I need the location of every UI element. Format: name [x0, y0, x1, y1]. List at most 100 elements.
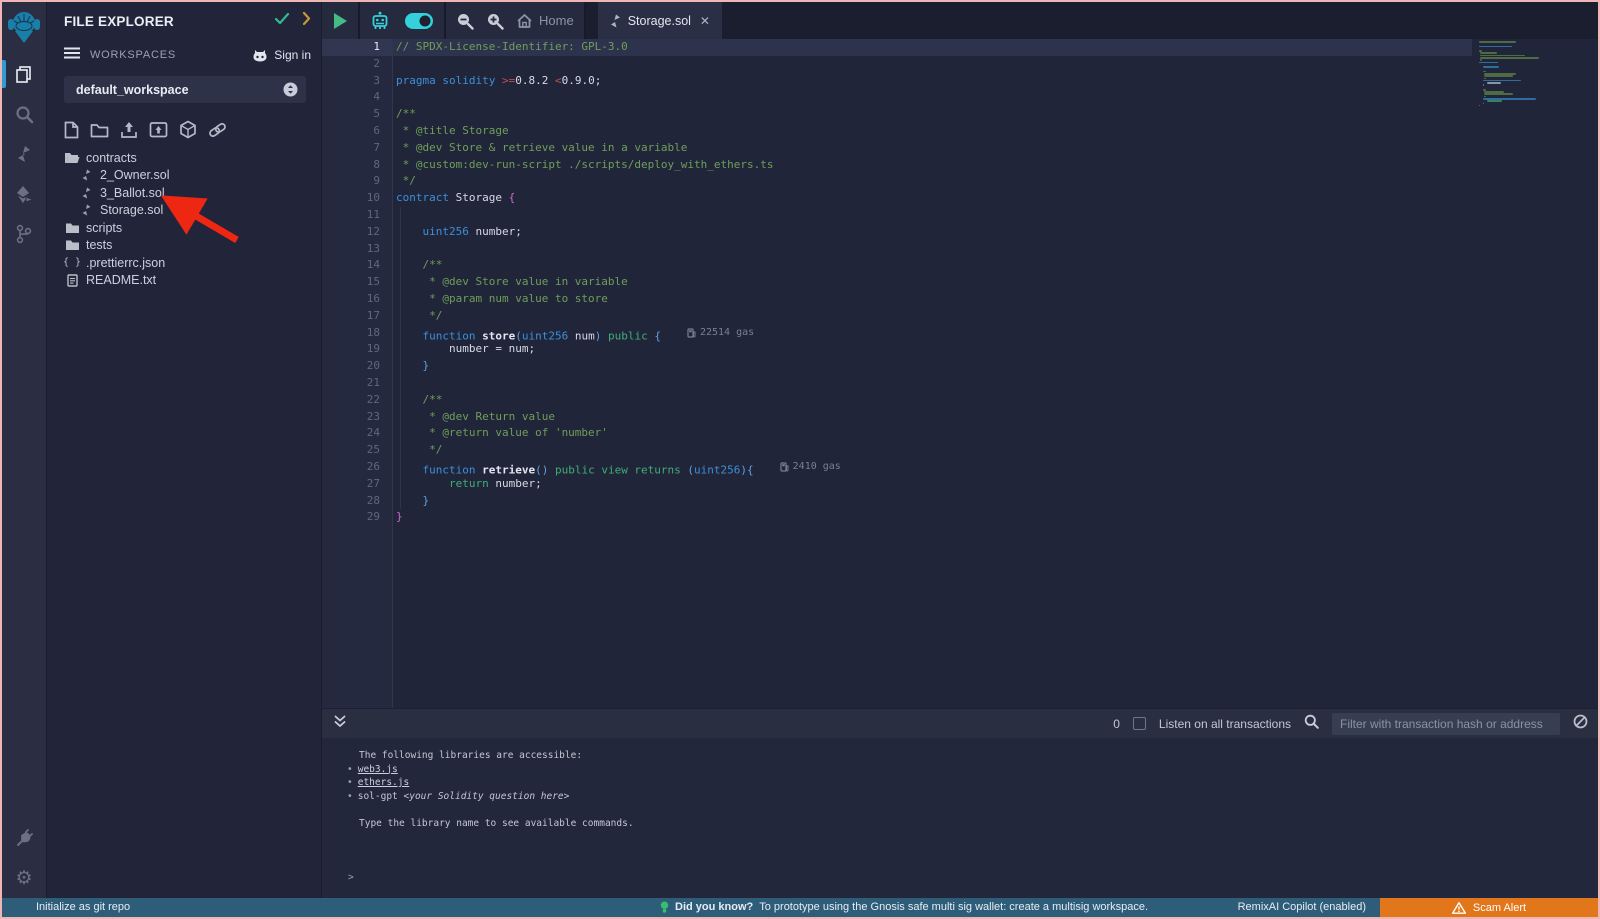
code-line-11	[396, 207, 841, 224]
ipfs-box-icon[interactable]	[179, 120, 197, 139]
copilot-toggle[interactable]	[404, 12, 434, 30]
workspace-select[interactable]: default_workspace	[64, 76, 306, 103]
terminal-prompt[interactable]: >	[348, 871, 354, 885]
icon-panel: ⚙	[2, 2, 47, 898]
code-line-26: function retrieve() public view returns …	[396, 459, 841, 476]
tree-item-2-owner-sol[interactable]: 2_Owner.sol	[47, 167, 321, 185]
folder-icon	[64, 222, 80, 234]
listen-all-checkbox[interactable]	[1133, 717, 1146, 730]
zoom-in-icon[interactable]	[486, 12, 504, 30]
terminal-output[interactable]: > The following libraries are accessible…	[322, 738, 1598, 898]
tree-item-label: tests	[86, 238, 112, 252]
code-line-28: }	[396, 493, 841, 510]
transaction-filter-input[interactable]	[1332, 713, 1560, 735]
minimap-line	[1479, 105, 1480, 107]
tree-item-readme-txt[interactable]: README.txt	[47, 272, 321, 290]
sidebar-item-search[interactable]	[2, 94, 47, 134]
gear-icon: ⚙	[15, 869, 32, 888]
tab-storage-sol[interactable]: Storage.sol ✕	[598, 2, 722, 39]
clear-console-icon[interactable]	[1573, 714, 1588, 734]
panel-chevron-right-icon[interactable]	[302, 12, 311, 30]
code-line-1: // SPDX-License-Identifier: GPL-3.0	[396, 39, 841, 56]
terminal-search-icon[interactable]	[1304, 714, 1319, 734]
home-tab-label[interactable]: Home	[539, 13, 574, 28]
run-script-button[interactable]	[332, 12, 348, 30]
tree-item-label: Storage.sol	[100, 203, 163, 217]
copilot-status[interactable]: RemixAI Copilot (enabled)	[1238, 898, 1366, 917]
line-number: 22	[322, 392, 380, 409]
code-line-29: }	[396, 509, 841, 526]
folder-open-icon	[64, 151, 80, 164]
search-icon	[15, 105, 34, 124]
code-line-24: * @return value of 'number'	[396, 425, 841, 442]
code-line-17: */	[396, 308, 841, 325]
minimap-line	[1487, 100, 1502, 102]
code-line-4	[396, 89, 841, 106]
workspaces-menu-icon[interactable]	[64, 46, 80, 64]
new-file-icon[interactable]	[64, 121, 79, 139]
line-numbers: 1234567891011121314151617181920212223242…	[322, 39, 380, 526]
tree-item-storage-sol[interactable]: Storage.sol	[47, 202, 321, 220]
code-line-16: * @param num value to store	[396, 291, 841, 308]
sidebar-item-deploy-run[interactable]	[2, 174, 47, 214]
git-branch-icon	[15, 224, 33, 244]
line-number: 4	[322, 89, 380, 106]
terminal-header: 0 Listen on all transactions	[322, 708, 1598, 738]
tree-item-3-ballot-sol[interactable]: 3_Ballot.sol	[47, 184, 321, 202]
code-line-10: contract Storage {	[396, 190, 841, 207]
sidebar-item-plugin-manager[interactable]	[2, 818, 47, 858]
tab-close-icon[interactable]: ✕	[698, 12, 712, 30]
terminal-line: •ethers.js	[322, 776, 1598, 790]
terminal-line: •sol-gpt <your Solidity question here>	[322, 790, 1598, 804]
terminal: 0 Listen on all transactions > Th	[322, 708, 1598, 898]
tree-item-scripts[interactable]: scripts	[47, 219, 321, 237]
terminal-collapse-icon[interactable]	[334, 715, 346, 733]
line-number: 20	[322, 358, 380, 375]
workspaces-label: WORKSPACES	[90, 49, 252, 61]
scam-alert-button[interactable]: Scam Alert	[1380, 898, 1598, 917]
tree-item-contracts[interactable]: contracts	[47, 149, 321, 167]
line-number: 21	[322, 375, 380, 392]
sidebar-item-settings[interactable]: ⚙	[2, 858, 47, 898]
code-line-3: pragma solidity >=0.8.2 <0.9.0;	[396, 73, 841, 90]
line-number: 27	[322, 476, 380, 493]
new-folder-icon[interactable]	[90, 122, 109, 138]
sidebar-item-git[interactable]	[2, 214, 47, 254]
link-icon[interactable]	[208, 122, 227, 138]
minimap[interactable]	[1472, 41, 1596, 107]
init-git-repo-button[interactable]: Initialize as git repo	[36, 898, 130, 917]
terminal-link[interactable]: web3.js	[358, 764, 398, 775]
code-editor[interactable]: 1234567891011121314151617181920212223242…	[322, 39, 1598, 708]
remix-logo[interactable]	[2, 2, 47, 54]
file-tree: contracts 2_Owner.sol3_Ballot.solStorage.…	[47, 145, 321, 289]
tree-item-label: README.txt	[86, 273, 156, 287]
status-bar: Initialize as git repo Did you know? To …	[2, 898, 1598, 917]
solidity-icon	[78, 169, 94, 181]
tree-item--prettierrc-json[interactable]: { }.prettierrc.json	[47, 254, 321, 272]
home-icon	[516, 13, 533, 29]
upload-file-icon[interactable]	[120, 121, 138, 139]
sign-in-button[interactable]: Sign in	[252, 48, 311, 62]
main-row: ⚙ FILE EXPLORER WORKSPACES	[2, 2, 1598, 898]
json-icon: { }	[64, 257, 80, 268]
sidebar-item-file-explorer[interactable]	[2, 54, 47, 94]
tree-item-label: contracts	[86, 151, 137, 165]
line-number: 10	[322, 190, 380, 207]
tab-home[interactable]	[516, 13, 533, 29]
compile-check-icon[interactable]	[275, 12, 290, 30]
code-line-7: * @dev Store & retrieve value in a varia…	[396, 140, 841, 157]
line-number: 13	[322, 241, 380, 258]
terminal-line	[322, 803, 1598, 817]
sidebar-item-solidity-compiler[interactable]	[2, 134, 47, 174]
tree-item-tests[interactable]: tests	[47, 237, 321, 255]
code-line-19: number = num;	[396, 341, 841, 358]
solidity-file-icon	[610, 14, 621, 28]
listen-all-label: Listen on all transactions	[1159, 717, 1291, 731]
terminal-link[interactable]: ethers.js	[358, 777, 409, 788]
upload-folder-icon[interactable]	[149, 121, 168, 138]
warning-icon	[1452, 902, 1466, 914]
minimap-line	[1484, 75, 1512, 77]
remixai-robot-icon[interactable]	[370, 11, 390, 31]
zoom-out-icon[interactable]	[456, 12, 474, 30]
terminal-line: Type the library name to see available c…	[322, 817, 1598, 831]
